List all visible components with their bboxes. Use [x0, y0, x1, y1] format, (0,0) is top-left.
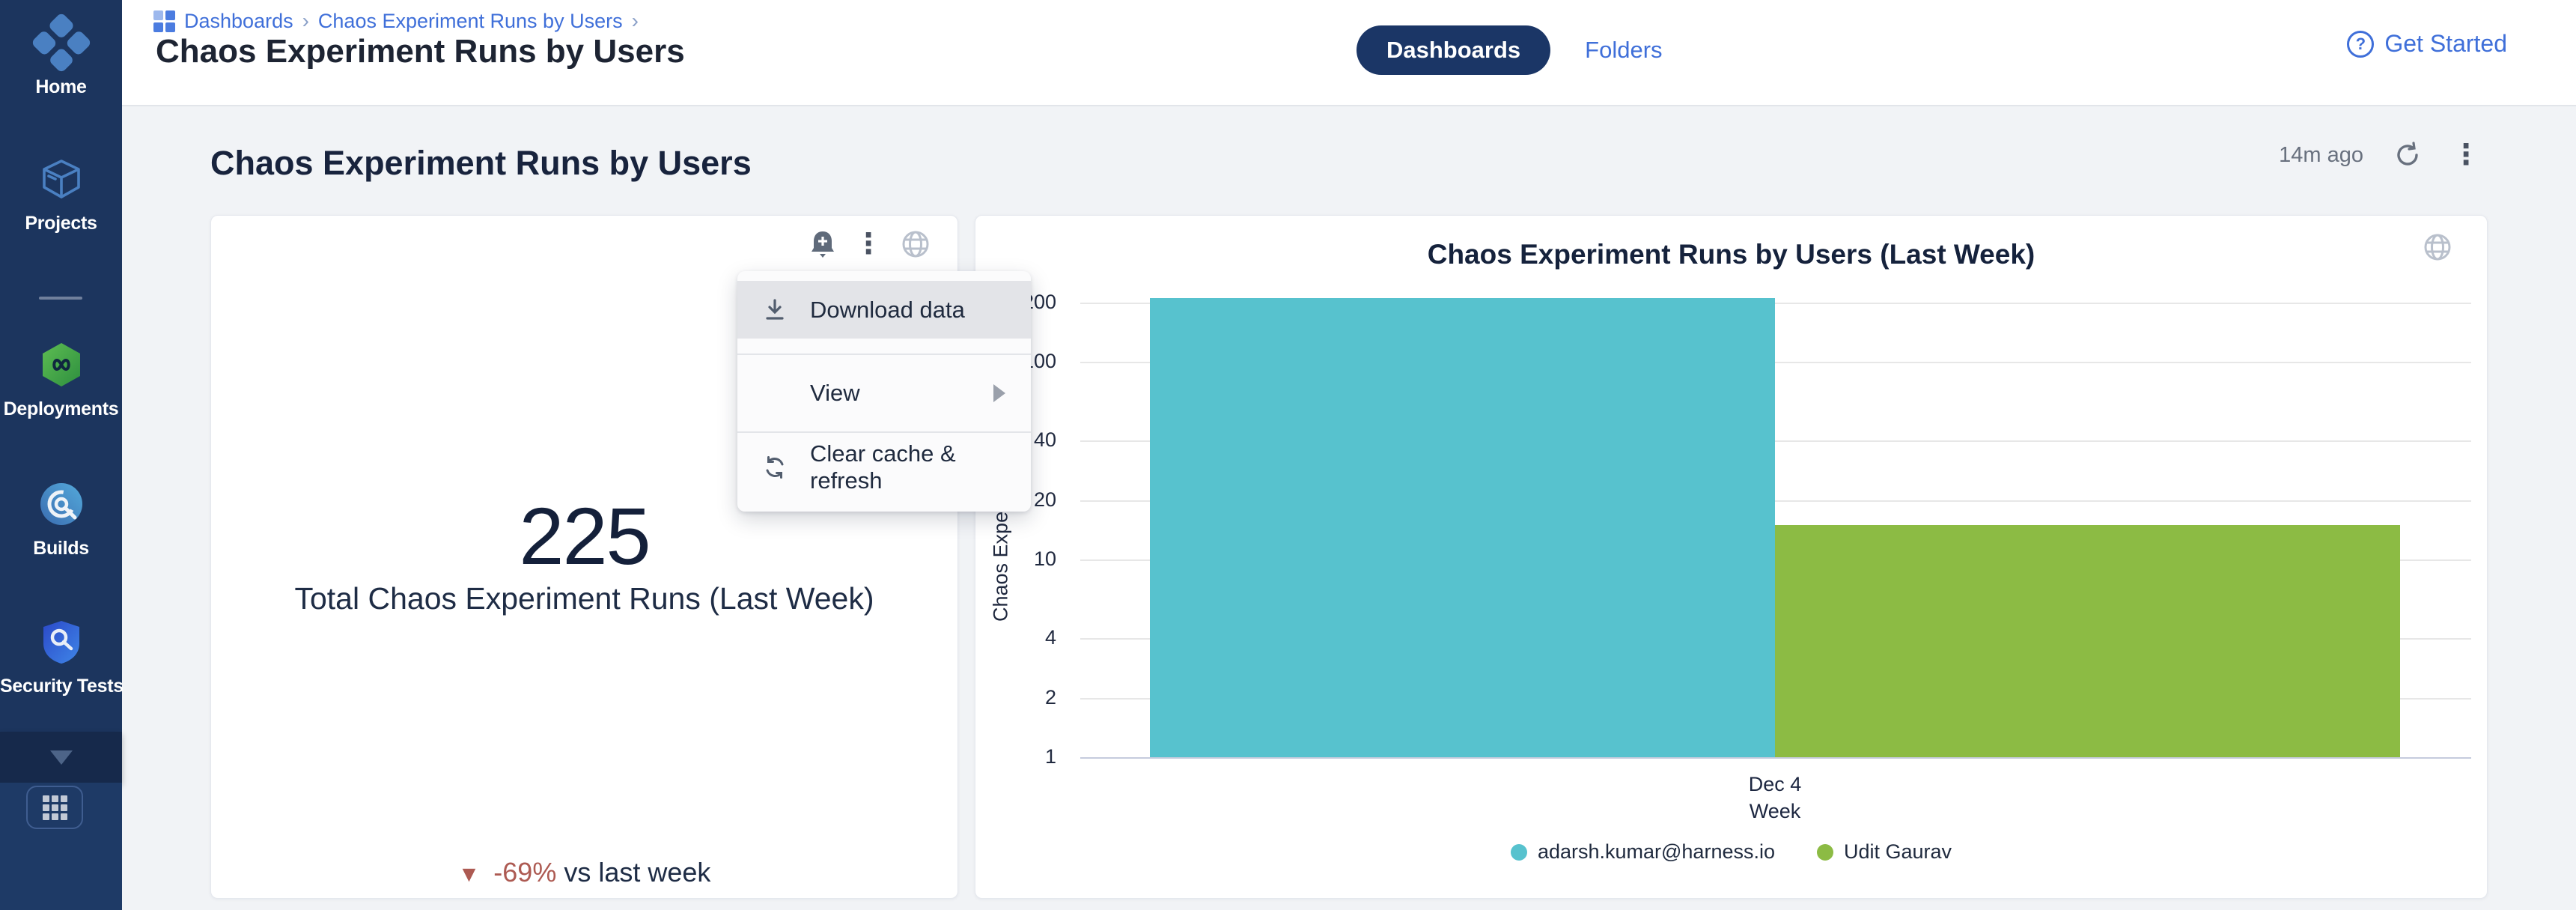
y-tick-label: 1 — [975, 745, 1056, 768]
menu-item-label: Clear cache & refresh — [810, 440, 1031, 494]
delta-value: -69% — [493, 857, 556, 888]
get-started-link[interactable]: ? Get Started — [2347, 30, 2507, 58]
dashboard-kebab-menu[interactable]: ⋮ — [2452, 141, 2480, 169]
deployments-hexagon-icon — [0, 339, 122, 391]
bell-plus-icon — [809, 230, 836, 258]
sidebar-item-label: Home — [0, 76, 122, 98]
sidebar-item-label: Deployments — [0, 398, 122, 420]
menu-item-label: Download data — [810, 297, 965, 324]
delta-suffix: vs last week — [564, 857, 710, 888]
sidebar-bottom-section — [0, 783, 122, 910]
view-switch-tabs: Dashboards Folders — [1356, 25, 1663, 75]
chevron-right-icon: › — [632, 9, 639, 33]
harness-home-icon — [0, 16, 122, 69]
legend-label: Udit Gaurav — [1844, 840, 1952, 864]
legend-label: adarsh.kumar@harness.io — [1538, 840, 1775, 864]
help-icon: ? — [2347, 31, 2374, 58]
menu-item-label: View — [810, 380, 860, 407]
tile-kebab-menu[interactable]: ⋮ — [854, 230, 883, 258]
sidebar-item-home[interactable]: Home — [0, 16, 122, 98]
chart-card: Chaos Experiment Runs by Users (Last Wee… — [975, 215, 2488, 899]
sidebar-item-builds[interactable]: Builds — [0, 478, 122, 559]
module-selector-button[interactable] — [26, 786, 83, 829]
page-title: Chaos Experiment Runs by Users — [156, 33, 685, 70]
breadcrumb: Dashboards › Chaos Experiment Runs by Us… — [153, 9, 639, 33]
delta-vs-last-week: ▼ -69% vs last week — [211, 857, 957, 888]
bar-udit-gaurav[interactable] — [1775, 525, 2400, 757]
last-updated-text: 14m ago — [2279, 143, 2363, 168]
sidebar-item-deployments[interactable]: Deployments — [0, 339, 122, 420]
sidebar: Home Projects — [0, 0, 122, 910]
dashboard-heading: Chaos Experiment Runs by Users — [210, 144, 752, 183]
y-tick-label: 2 — [975, 686, 1056, 709]
alert-bell-button[interactable] — [809, 230, 836, 258]
legend-item[interactable]: adarsh.kumar@harness.io — [1511, 840, 1775, 864]
sidebar-divider — [39, 297, 82, 300]
grid-icon — [43, 795, 67, 820]
legend-item[interactable]: Udit Gaurav — [1817, 840, 1952, 864]
globe-icon — [901, 229, 931, 259]
get-started-label: Get Started — [2384, 30, 2507, 58]
submenu-arrow-icon — [993, 384, 1005, 402]
dashboard-header-actions: 14m ago ⋮ — [2279, 141, 2480, 169]
security-shield-icon — [0, 616, 122, 668]
chevron-right-icon: › — [302, 9, 309, 33]
x-axis-line — [1080, 757, 2471, 759]
y-tick-label: 10 — [975, 547, 1056, 571]
triangle-down-icon: ▼ — [458, 862, 481, 887]
refresh-cycle-icon — [760, 455, 790, 480]
y-tick-label: 4 — [975, 626, 1056, 649]
sidebar-item-label: Security Tests — [0, 676, 122, 697]
builds-icon — [0, 478, 122, 530]
cube-icon — [0, 153, 122, 205]
sidebar-collapse-strip[interactable] — [0, 732, 122, 783]
tile-context-menu: Download data View Clear cache & refresh — [737, 271, 1031, 512]
dashboards-tiles-icon — [153, 10, 175, 32]
legend-dot-icon — [1817, 844, 1833, 861]
menu-item-clear-cache[interactable]: Clear cache & refresh — [737, 433, 1031, 502]
refresh-button[interactable] — [2393, 141, 2422, 169]
x-tick-label: Dec 4 — [1150, 773, 2400, 796]
chart-plot-area: Chaos Experiment Runs Dec 4 Week adarsh.… — [975, 216, 2487, 898]
tab-folders[interactable]: Folders — [1585, 37, 1662, 64]
sidebar-item-security-tests[interactable]: Security Tests — [0, 616, 122, 697]
chart-legend: adarsh.kumar@harness.io Udit Gaurav — [975, 840, 2487, 864]
legend-dot-icon — [1511, 844, 1527, 861]
menu-item-download-data[interactable]: Download data — [737, 281, 1031, 339]
tab-dashboards[interactable]: Dashboards — [1356, 25, 1550, 75]
breadcrumb-link-current[interactable]: Chaos Experiment Runs by Users — [318, 10, 623, 33]
bar-adarsh-kumar-harness-io[interactable] — [1150, 298, 1775, 757]
topbar: Dashboards › Chaos Experiment Runs by Us… — [122, 0, 2576, 106]
sidebar-item-projects[interactable]: Projects — [0, 153, 122, 234]
x-axis-title: Week — [1150, 800, 2400, 823]
menu-item-view[interactable]: View — [737, 355, 1031, 431]
tile-globe-button[interactable] — [901, 229, 931, 259]
download-icon — [760, 298, 790, 322]
sidebar-item-label: Builds — [0, 538, 122, 559]
total-runs-caption: Total Chaos Experiment Runs (Last Week) — [211, 581, 957, 616]
tile-actions: ⋮ — [809, 229, 931, 259]
breadcrumb-link-dashboards[interactable]: Dashboards — [184, 10, 293, 33]
chevron-down-icon — [50, 750, 73, 765]
refresh-icon — [2393, 141, 2422, 169]
sidebar-item-label: Projects — [0, 213, 122, 234]
